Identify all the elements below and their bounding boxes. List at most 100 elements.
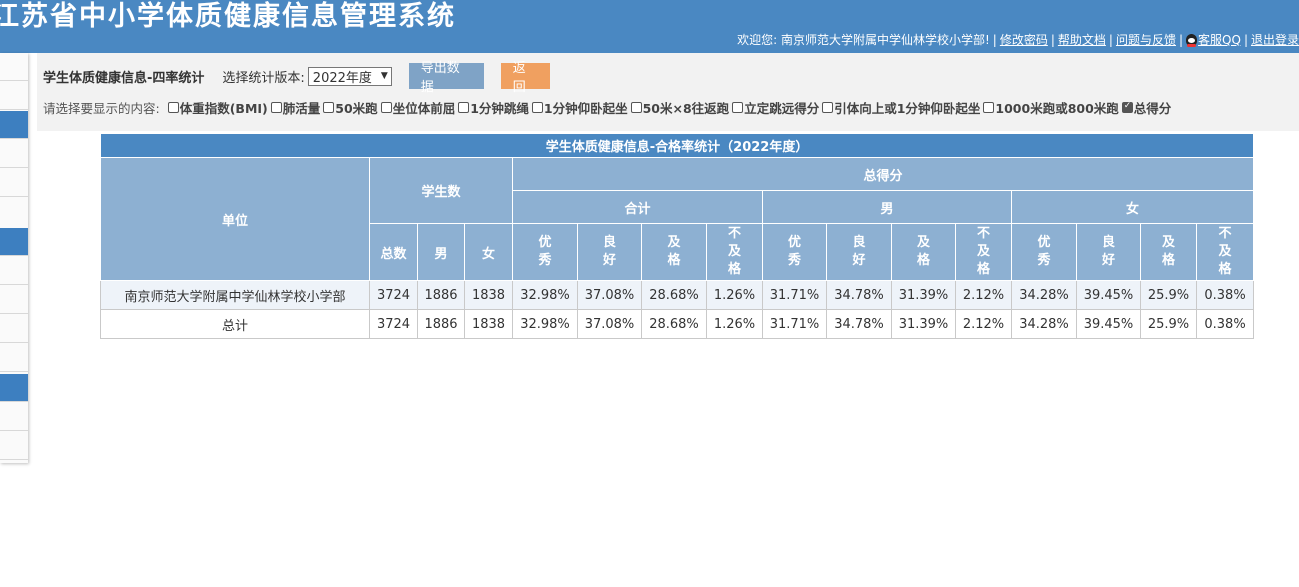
sidebar-item-active[interactable] (0, 111, 28, 139)
value-cell: 1838 (464, 280, 513, 310)
value-cell: 25.9% (1140, 309, 1197, 339)
checkbox[interactable] (531, 102, 543, 113)
feedback-link[interactable]: 问题与反馈 (1116, 31, 1176, 48)
export-button[interactable]: 导出数据 (408, 61, 484, 95)
value-cell: 34.28% (1011, 309, 1077, 339)
value-cell: 3724 (369, 309, 418, 339)
sidebar-item[interactable] (0, 53, 28, 81)
rate-col-header: 良好 (1076, 223, 1141, 281)
rate-col-header: 不及格 (706, 223, 763, 281)
stats-table: 学生体质健康信息-合格率统计（2022年度） 单位 学生数 总得分 合计 男 女… (99, 133, 1255, 339)
sidebar-item[interactable] (0, 82, 28, 110)
score-header: 总得分 (511, 157, 1255, 191)
rate-col-header: 优秀 (762, 223, 827, 281)
value-cell: 2.12% (955, 309, 1012, 339)
option-shuttle-run[interactable]: 50米×8往返跑 (630, 98, 729, 117)
version-select[interactable]: 2022年度 ▼ (307, 66, 392, 86)
rate-col-header: 不及格 (1195, 223, 1255, 281)
rate-col-header: 良好 (577, 223, 642, 281)
value-cell: 1.26% (706, 309, 763, 339)
support-qq-link[interactable]: 客服QQ (1198, 31, 1241, 48)
option-total-score[interactable]: 总得分 (1121, 98, 1171, 117)
rate-col-header: 及格 (641, 223, 707, 281)
back-button[interactable]: 返回 (500, 61, 550, 95)
value-cell: 25.9% (1140, 280, 1197, 310)
rate-col-header: 优秀 (1011, 223, 1077, 281)
option-bmi[interactable]: 体重指数(BMI) (167, 98, 268, 117)
table-body: 南京师范大学附属中学仙林学校小学部 3724 1886 1838 32.98% 37.08… (100, 280, 1255, 339)
option-vital-capacity[interactable]: 肺活量 (270, 98, 320, 117)
sidebar-item-active[interactable] (0, 374, 28, 402)
checkbox[interactable] (983, 102, 995, 113)
sidebar-item[interactable] (0, 169, 28, 197)
option-endurance-run[interactable]: 1000米跑或800米跑 (983, 98, 1119, 117)
value-cell: 31.71% (762, 309, 827, 339)
option-sit-ups[interactable]: 1分钟仰卧起坐 (531, 98, 628, 117)
checkbox[interactable] (732, 102, 744, 113)
app-title: 江苏省中小学体质健康信息管理系统 (0, 1, 456, 32)
value-cell: 31.71% (762, 280, 827, 310)
sidebar-item[interactable] (0, 432, 28, 460)
rate-col-header: 及格 (1140, 223, 1197, 281)
value-cell: 37.08% (577, 280, 642, 310)
option-50m[interactable]: 50米跑 (323, 98, 378, 117)
option-long-jump[interactable]: 立定跳远得分 (732, 98, 819, 117)
sidebar (0, 53, 28, 463)
value-cell: 34.78% (826, 280, 892, 310)
value-cell: 31.39% (891, 309, 956, 339)
sidebar-item[interactable] (0, 257, 28, 285)
student-col-header: 总数 (369, 223, 418, 281)
sidebar-item[interactable] (0, 344, 28, 372)
rate-col-header: 良好 (826, 223, 892, 281)
checkbox[interactable] (822, 102, 834, 113)
value-cell: 32.98% (512, 309, 578, 339)
page-title: 学生体质健康信息-四率统计 (43, 70, 205, 86)
welcome-text: 欢迎您: 南京师范大学附属中学仙林学校小学部! (737, 33, 990, 47)
option-pull-ups[interactable]: 引体向上或1分钟仰卧起坐 (822, 98, 980, 117)
help-docs-link[interactable]: 帮助文档 (1058, 31, 1106, 48)
value-cell: 32.98% (512, 280, 578, 310)
checkbox[interactable] (380, 102, 392, 113)
checkbox[interactable] (458, 102, 470, 113)
display-options: 请选择要显示的内容: 体重指数(BMI) 肺活量 50米跑 坐位体前屈 1分钟跳… (43, 98, 1174, 117)
value-cell: 0.38% (1195, 280, 1255, 310)
change-password-link[interactable]: 修改密码 (1000, 31, 1048, 48)
table-row: 南京师范大学附属中学仙林学校小学部 3724 1886 1838 32.98% 37.08… (100, 280, 1255, 310)
rate-col-header: 及格 (891, 223, 956, 281)
checkbox-checked[interactable] (1121, 101, 1133, 113)
logout-link[interactable]: 退出登录 (1251, 31, 1299, 48)
rate-col-header: 优秀 (512, 223, 578, 281)
checkbox[interactable] (167, 102, 179, 113)
checkbox[interactable] (630, 102, 642, 113)
unit-cell: 总计 (100, 309, 370, 339)
group-header-male: 男 (762, 190, 1012, 224)
group-header-female: 女 (1010, 190, 1255, 224)
unit-header: 单位 (100, 157, 370, 281)
checkbox[interactable] (270, 102, 282, 113)
checkbox[interactable] (323, 102, 335, 113)
group-header-total: 合计 (512, 190, 763, 224)
sidebar-item[interactable] (0, 286, 28, 314)
value-cell: 2.12% (955, 280, 1012, 310)
value-cell: 39.45% (1076, 280, 1141, 310)
value-cell: 0.38% (1195, 309, 1255, 339)
sidebar-item[interactable] (0, 403, 28, 431)
student-col-header: 女 (464, 223, 513, 281)
students-header: 学生数 (369, 157, 513, 224)
table-caption: 学生体质健康信息-合格率统计（2022年度） (99, 133, 1255, 158)
app-header: 江苏省中小学体质健康信息管理系统 欢迎您: 南京师范大学附属中学仙林学校小学部!… (0, 0, 1299, 53)
value-cell: 28.68% (641, 280, 707, 310)
toolbar: 学生体质健康信息-四率统计 选择统计版本: 2022年度 ▼ 导出数据 返回 请… (37, 53, 1299, 131)
value-cell: 1886 (417, 309, 465, 339)
sidebar-item[interactable] (0, 315, 28, 343)
user-bar: 欢迎您: 南京师范大学附属中学仙林学校小学部! | 修改密码 | 帮助文档 | … (737, 31, 1299, 48)
option-sit-reach[interactable]: 坐位体前屈 (380, 98, 455, 117)
value-cell: 37.08% (577, 309, 642, 339)
sidebar-item-active[interactable] (0, 228, 28, 256)
value-cell: 3724 (369, 280, 418, 310)
value-cell: 1.26% (706, 280, 763, 310)
sidebar-item[interactable] (0, 140, 28, 168)
chevron-down-icon: ▼ (380, 71, 388, 81)
option-rope-skip[interactable]: 1分钟跳绳 (458, 98, 529, 117)
rate-col-header: 不及格 (955, 223, 1012, 281)
